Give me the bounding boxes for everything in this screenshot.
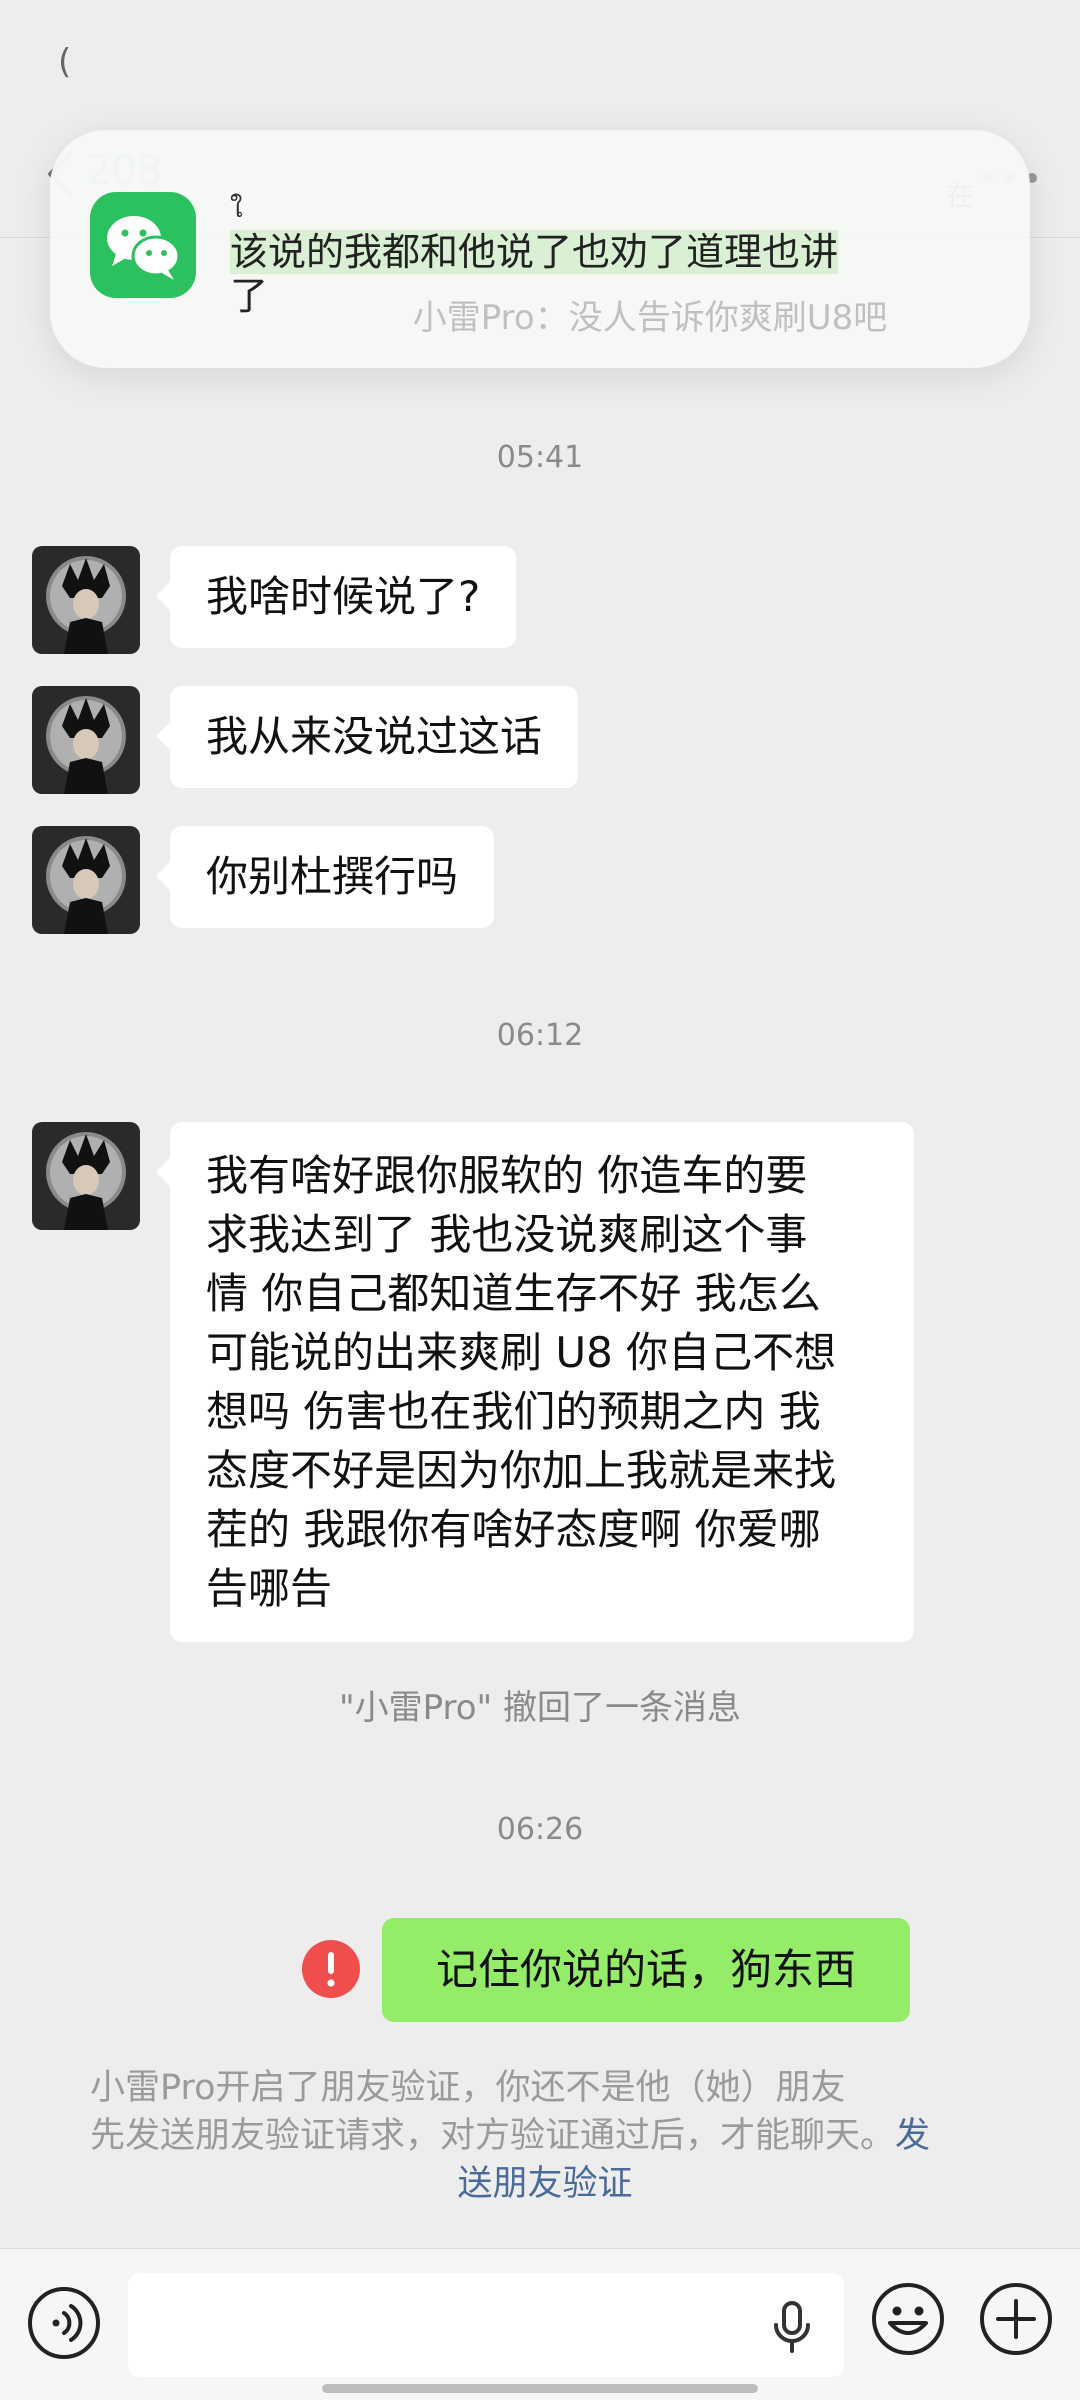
message-line: 求我达到了 我也没说爽刷这个事	[206, 1210, 808, 1259]
avatar[interactable]	[32, 1122, 140, 1230]
input-bar	[0, 2248, 1080, 2400]
incoming-message-long[interactable]: 我有啥好跟你服软的 你造车的要 求我达到了 我也没说爽刷这个事 情 你自己都知道…	[156, 1122, 914, 1642]
incoming-message[interactable]: 你别杜撰行吗	[155, 826, 495, 928]
avatar-image	[32, 686, 140, 794]
incoming-message[interactable]: 我啥时候说了?	[155, 546, 517, 648]
plus-icon[interactable]	[978, 2281, 1054, 2357]
message-line: 态度不好是因为你加上我就是来找	[206, 1446, 837, 1495]
message-input[interactable]	[128, 2273, 844, 2377]
avatar[interactable]	[32, 826, 140, 934]
send-verification-link[interactable]: 送朋友验证	[457, 2164, 632, 2204]
send-verification-link[interactable]: 发	[895, 2116, 930, 2156]
banner-message-line2: 了	[230, 274, 269, 318]
wechat-icon	[90, 192, 196, 298]
message-line: 告哪告	[206, 1564, 333, 1613]
avatar-image	[32, 546, 140, 654]
avatar-image	[32, 1122, 140, 1230]
message-line: 想吗 伤害也在我们的预期之内 我	[206, 1387, 821, 1436]
avatar-image	[32, 826, 140, 934]
notification-banner[interactable]: ใ 该说的我都和他说了也劝了道理也讲 了 小雷Pro：没人告诉你爽刷U8吧	[50, 130, 1030, 368]
timestamp: 06:12	[496, 1018, 584, 1053]
notice-line2: 先发送朋友验证请求，对方验证通过后，才能聊天。	[90, 2116, 896, 2156]
status-glyph: (	[58, 42, 72, 82]
recall-notice: "小雷Pro" 撤回了一条消息	[338, 1688, 742, 1728]
emoji-icon[interactable]	[870, 2281, 946, 2357]
banner-subline: 小雷Pro：没人告诉你爽刷U8吧	[412, 298, 888, 338]
friend-verification-notice: 小雷Pro开启了朋友验证，你还不是他（她）朋友 先发送朋友验证请求，对方验证通过…	[90, 2064, 1000, 2208]
microphone-icon[interactable]	[772, 2301, 812, 2353]
message-line: 情 你自己都知道生存不好 我怎么	[206, 1269, 821, 1318]
voice-icon[interactable]	[26, 2285, 102, 2361]
incoming-message[interactable]: 我从来没说过这话	[155, 686, 579, 788]
timestamp: 06:26	[496, 1812, 584, 1847]
timestamp: 05:41	[496, 440, 584, 475]
error-exclamation-icon[interactable]	[302, 1940, 360, 1998]
banner-message-line1: 该说的我都和他说了也劝了道理也讲	[230, 230, 839, 274]
message-line: 我有啥好跟你服软的 你造车的要	[206, 1151, 808, 1200]
message-line: 可能说的出来爽刷 U8 你自己不想	[206, 1328, 837, 1377]
avatar[interactable]	[32, 686, 140, 794]
notice-line1: 小雷Pro开启了朋友验证，你还不是他（她）朋友	[90, 2068, 846, 2108]
banner-sender: ใ	[230, 194, 243, 224]
avatar[interactable]	[32, 546, 140, 654]
outgoing-message[interactable]: 记住你说的话，狗东西	[382, 1918, 910, 2022]
status-bar: (	[0, 0, 1080, 110]
home-indicator[interactable]	[322, 2384, 758, 2393]
message-line: 茬的 我跟你有啥好态度啊 你爱哪	[206, 1505, 821, 1554]
